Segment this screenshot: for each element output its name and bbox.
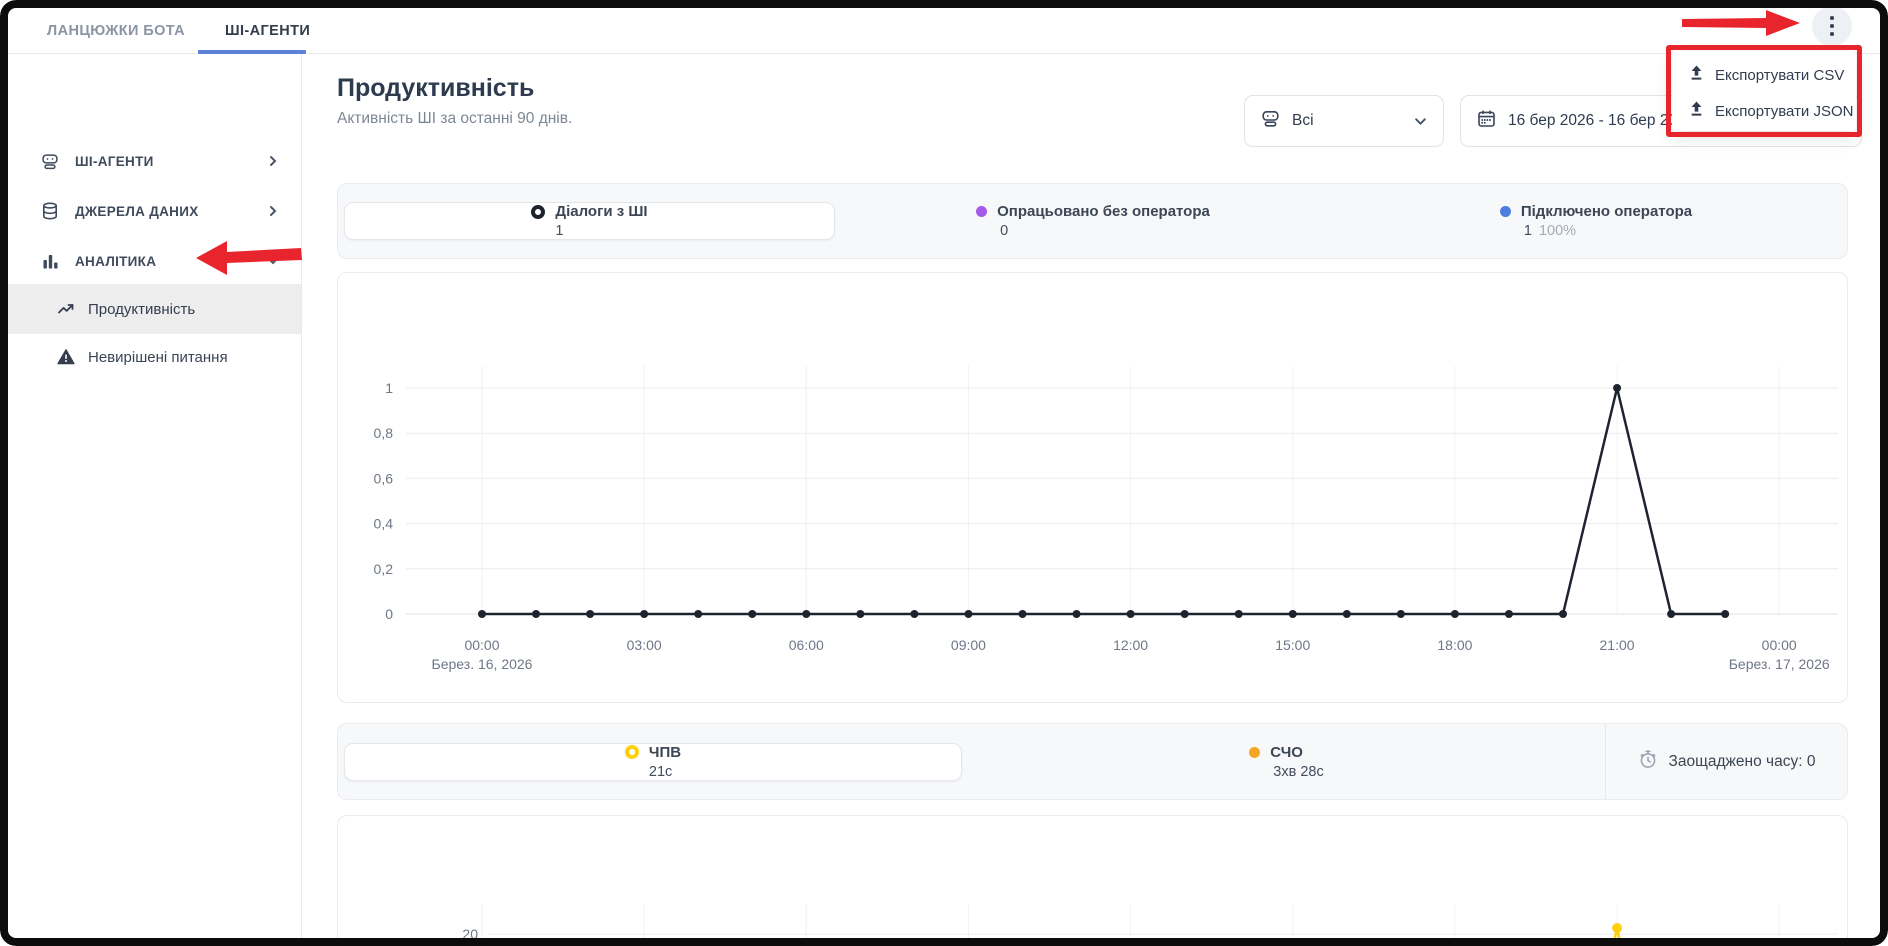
series-marker-dot	[976, 206, 987, 217]
svg-text:0,4: 0,4	[374, 516, 394, 532]
sidebar-item-label: АНАЛІТИКА	[75, 254, 267, 269]
svg-text:20: 20	[462, 926, 478, 942]
svg-text:00:00: 00:00	[1762, 637, 1797, 653]
stat-card-chpv[interactable]: ЧПВ 21с	[344, 743, 962, 781]
stat-operator-connected[interactable]: Підключено оператора 1 100%	[1345, 184, 1847, 258]
warning-icon	[57, 348, 75, 366]
svg-text:0,6: 0,6	[374, 470, 394, 486]
svg-text:1: 1	[385, 380, 393, 396]
bar-chart-icon	[41, 252, 59, 270]
svg-text:Берез. 16, 2026: Берез. 16, 2026	[432, 656, 533, 672]
sidebar-item-performance[interactable]: Продуктивність	[8, 284, 301, 334]
stat-card-ai-dialogs[interactable]: Діалоги з ШІ 1	[344, 202, 835, 240]
robot-icon	[1261, 109, 1280, 133]
stat-label: СЧО	[1270, 744, 1303, 761]
series-marker-ring	[531, 205, 545, 219]
sidebar-item-analytics[interactable]: АНАЛІТИКА	[8, 236, 301, 286]
chevron-down-icon	[267, 255, 279, 267]
svg-text:0,2: 0,2	[374, 561, 394, 577]
stats-strip-top: Діалоги з ШІ 1 Опрацьовано без оператора…	[337, 183, 1848, 259]
menu-item-label: Експортувати CSV	[1715, 67, 1844, 84]
stat-time-saved: Заощаджено часу: 0	[1605, 724, 1847, 799]
sidebar-item-label: Невирішені питання	[88, 349, 279, 366]
trend-up-icon	[57, 300, 75, 318]
top-tabs: ЛАНЦЮЖКИ БОТА ШІ-АГЕНТИ	[47, 8, 310, 53]
stat-operator-free[interactable]: Опрацьовано без оператора 0	[841, 184, 1345, 258]
stat-label: ЧПВ	[649, 744, 681, 761]
sidebar: ШІ-АГЕНТИ ДЖЕРЕЛА ДАНИХ	[8, 54, 302, 938]
robot-icon	[41, 152, 59, 170]
page-title: Продуктивність	[337, 74, 534, 103]
svg-text:09:00: 09:00	[951, 637, 986, 653]
stat-value: 1	[555, 223, 563, 239]
stats-strip-bottom: ЧПВ 21с СЧО 3хв 28с	[337, 723, 1848, 800]
stat-value: 0	[1000, 223, 1008, 239]
page-subtitle: Активність ШІ за останні 90 днів.	[337, 110, 572, 128]
series-marker-dot	[1249, 747, 1260, 758]
stat-label: Підключено оператора	[1521, 203, 1692, 220]
stat-value: 1	[1524, 223, 1532, 239]
date-range-value: 16 бер 2026 - 16 бер 20	[1508, 112, 1677, 130]
screenshot-frame: ЛАНЦЮЖКИ БОТА ШІ-АГЕНТИ ШІ-АГЕНТИ	[0, 0, 1888, 946]
sidebar-item-label: Продуктивність	[88, 301, 279, 318]
tab-ai-agents[interactable]: ШІ-АГЕНТИ	[225, 23, 310, 39]
agent-filter-value: Всі	[1292, 112, 1414, 130]
sidebar-item-unresolved[interactable]: Невирішені питання	[8, 334, 301, 380]
upload-icon	[1689, 65, 1704, 85]
stat-value: 21с	[649, 764, 672, 780]
top-bar: ЛАНЦЮЖКИ БОТА ШІ-АГЕНТИ	[8, 8, 1880, 54]
sidebar-item-label: ШІ-АГЕНТИ	[75, 154, 267, 169]
secondary-chart-container: 20	[337, 815, 1848, 946]
chevron-down-icon	[1414, 115, 1427, 128]
stat-scho[interactable]: СЧО 3хв 28с	[968, 724, 1605, 799]
stat-label: Заощаджено часу: 0	[1669, 753, 1816, 771]
stat-percent: 100%	[1539, 223, 1576, 239]
export-dropdown-menu: Експортувати CSV Експортувати JSON	[1672, 51, 1856, 131]
svg-text:0: 0	[385, 606, 393, 622]
chevron-right-icon	[267, 155, 279, 167]
tab-bot-chains[interactable]: ЛАНЦЮЖКИ БОТА	[47, 23, 185, 39]
stat-label: Діалоги з ШІ	[555, 203, 647, 220]
performance-line-chart: 0 0,2 0,4 0,6 0,8 1 00:00 03:00 06:00 09:00 12:00 1…	[338, 273, 1847, 702]
kebab-icon	[1830, 16, 1835, 37]
calendar-icon	[1477, 109, 1496, 133]
upload-icon	[1689, 101, 1704, 121]
svg-text:06:00: 06:00	[789, 637, 824, 653]
series-marker-ring	[625, 745, 639, 759]
performance-chart-container: 0 0,2 0,4 0,6 0,8 1 00:00 03:00 06:00 09:00 12:00 1…	[337, 272, 1848, 703]
svg-text:15:00: 15:00	[1275, 637, 1310, 653]
svg-text:03:00: 03:00	[627, 637, 662, 653]
chevron-right-icon	[267, 205, 279, 217]
stat-label: Опрацьовано без оператора	[997, 203, 1210, 220]
svg-text:12:00: 12:00	[1113, 637, 1148, 653]
svg-text:0,8: 0,8	[374, 425, 394, 441]
active-tab-underline	[198, 50, 306, 54]
sidebar-item-data-sources[interactable]: ДЖЕРЕЛА ДАНИХ	[8, 186, 301, 236]
series-marker-dot	[1500, 206, 1511, 217]
svg-text:18:00: 18:00	[1437, 637, 1472, 653]
secondary-line-chart: 20	[338, 816, 1847, 946]
stat-value: 3хв 28с	[1273, 764, 1323, 780]
kebab-menu-button[interactable]	[1812, 6, 1852, 46]
menu-item-export-csv[interactable]: Експортувати CSV	[1672, 59, 1856, 91]
svg-text:00:00: 00:00	[464, 637, 499, 653]
agent-filter-select[interactable]: Всі	[1244, 95, 1444, 147]
database-icon	[41, 202, 59, 220]
svg-text:Берез. 17, 2026: Берез. 17, 2026	[1729, 656, 1830, 672]
sidebar-item-label: ДЖЕРЕЛА ДАНИХ	[75, 204, 267, 219]
svg-text:21:00: 21:00	[1600, 637, 1635, 653]
menu-item-label: Експортувати JSON	[1715, 103, 1854, 120]
stopwatch-icon	[1638, 749, 1658, 774]
menu-item-export-json[interactable]: Експортувати JSON	[1672, 95, 1856, 127]
sidebar-item-ai-agents[interactable]: ШІ-АГЕНТИ	[8, 136, 301, 186]
